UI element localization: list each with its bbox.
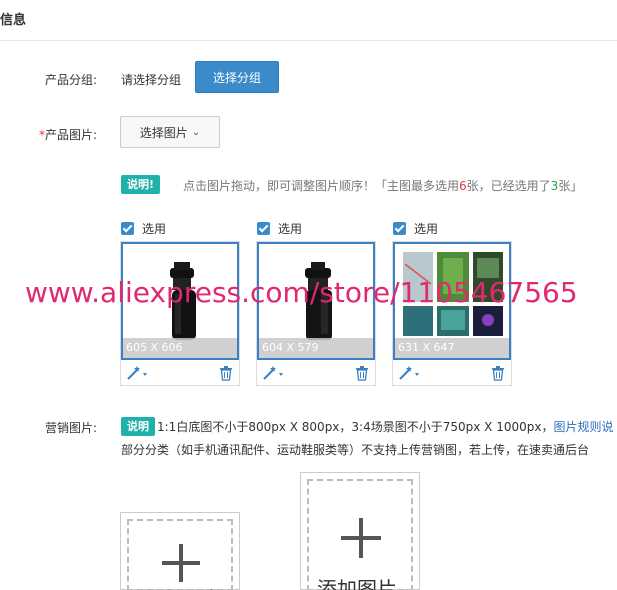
select-group-button[interactable]: 选择分组 bbox=[195, 61, 279, 93]
use-checkbox-label: 选用 bbox=[142, 222, 167, 236]
magic-wand-icon[interactable] bbox=[125, 364, 149, 382]
section-divider bbox=[0, 40, 617, 41]
group-placeholder-text: 请选择分组 bbox=[121, 73, 182, 87]
watermark-text: www.aliexpress.com/store/1105467565 bbox=[25, 276, 578, 309]
product-images-label: *产品图片: bbox=[39, 126, 97, 143]
checkbox-checked-icon[interactable] bbox=[257, 222, 270, 235]
image-order-note: 点击图片拖动，即可调整图片顺序！「主图最多选用6张，已经选用了3张」 bbox=[183, 177, 582, 194]
checkbox-checked-icon[interactable] bbox=[393, 222, 406, 235]
use-checkbox-label: 选用 bbox=[278, 222, 303, 236]
marketing-note-line-2: 部分分类（如手机通讯配件、运动鞋服类等）不支持上传营销图，若上传，在速卖通后台 bbox=[121, 443, 590, 457]
marketing-note-text: 1:1白底图不小于800px X 800px，3:4场景图不小于750px X … bbox=[157, 420, 554, 434]
add-image-portrait[interactable]: 添加图片 bbox=[300, 472, 420, 590]
product-group-label: 产品分组: bbox=[45, 73, 98, 87]
use-checkbox-3[interactable]: 选用 bbox=[393, 220, 438, 237]
image-card-2[interactable]: 604 X 579 bbox=[256, 241, 376, 386]
image-rules-link[interactable]: 图片规则说 bbox=[553, 420, 613, 434]
product-images-label-text: 产品图片: bbox=[45, 128, 98, 142]
marketing-note-line-1: 1:1白底图不小于800px X 800px，3:4场景图不小于750px X … bbox=[157, 418, 613, 435]
use-checkbox-1[interactable]: 选用 bbox=[121, 220, 166, 237]
magic-wand-icon[interactable] bbox=[261, 364, 285, 382]
delete-icon[interactable] bbox=[491, 365, 505, 381]
image-card-3[interactable]: 631 X 647 bbox=[392, 241, 512, 386]
checkbox-checked-icon[interactable] bbox=[121, 222, 134, 235]
delete-icon[interactable] bbox=[219, 365, 233, 381]
delete-icon[interactable] bbox=[355, 365, 369, 381]
note-text-c: 张」 bbox=[558, 179, 583, 193]
image-size-label: 631 X 647 bbox=[395, 338, 509, 358]
add-image-label: 添加图片 bbox=[147, 585, 219, 590]
marketing-note-badge: 说明 bbox=[121, 417, 155, 436]
note-max-count: 6 bbox=[459, 179, 467, 193]
use-checkbox-2[interactable]: 选用 bbox=[257, 220, 302, 237]
plus-icon-vertical bbox=[179, 544, 183, 582]
image-size-label: 605 X 606 bbox=[123, 338, 237, 358]
select-images-label: 选择图片 bbox=[139, 125, 188, 140]
select-images-button[interactable]: 选择图片 ⌄ bbox=[120, 116, 220, 148]
magic-wand-icon[interactable] bbox=[397, 364, 421, 382]
note-badge: 说明! bbox=[121, 175, 161, 194]
add-image-square[interactable]: 添加图片 bbox=[120, 512, 240, 590]
image-card-1[interactable]: 605 X 606 bbox=[120, 241, 240, 386]
note-text-a: 点击图片拖动，即可调整图片顺序！「主图最多选用 bbox=[183, 179, 460, 193]
image-size-label: 604 X 579 bbox=[259, 338, 373, 358]
marketing-images-label: 营销图片: bbox=[45, 421, 98, 435]
note-text-b: 张，已经选用了 bbox=[466, 179, 551, 193]
section-title: 信息 bbox=[0, 13, 27, 28]
plus-icon-vertical bbox=[359, 518, 363, 558]
use-checkbox-label: 选用 bbox=[414, 222, 439, 236]
add-image-label: 添加图片 bbox=[317, 577, 397, 590]
chevron-down-icon: ⌄ bbox=[191, 126, 201, 138]
